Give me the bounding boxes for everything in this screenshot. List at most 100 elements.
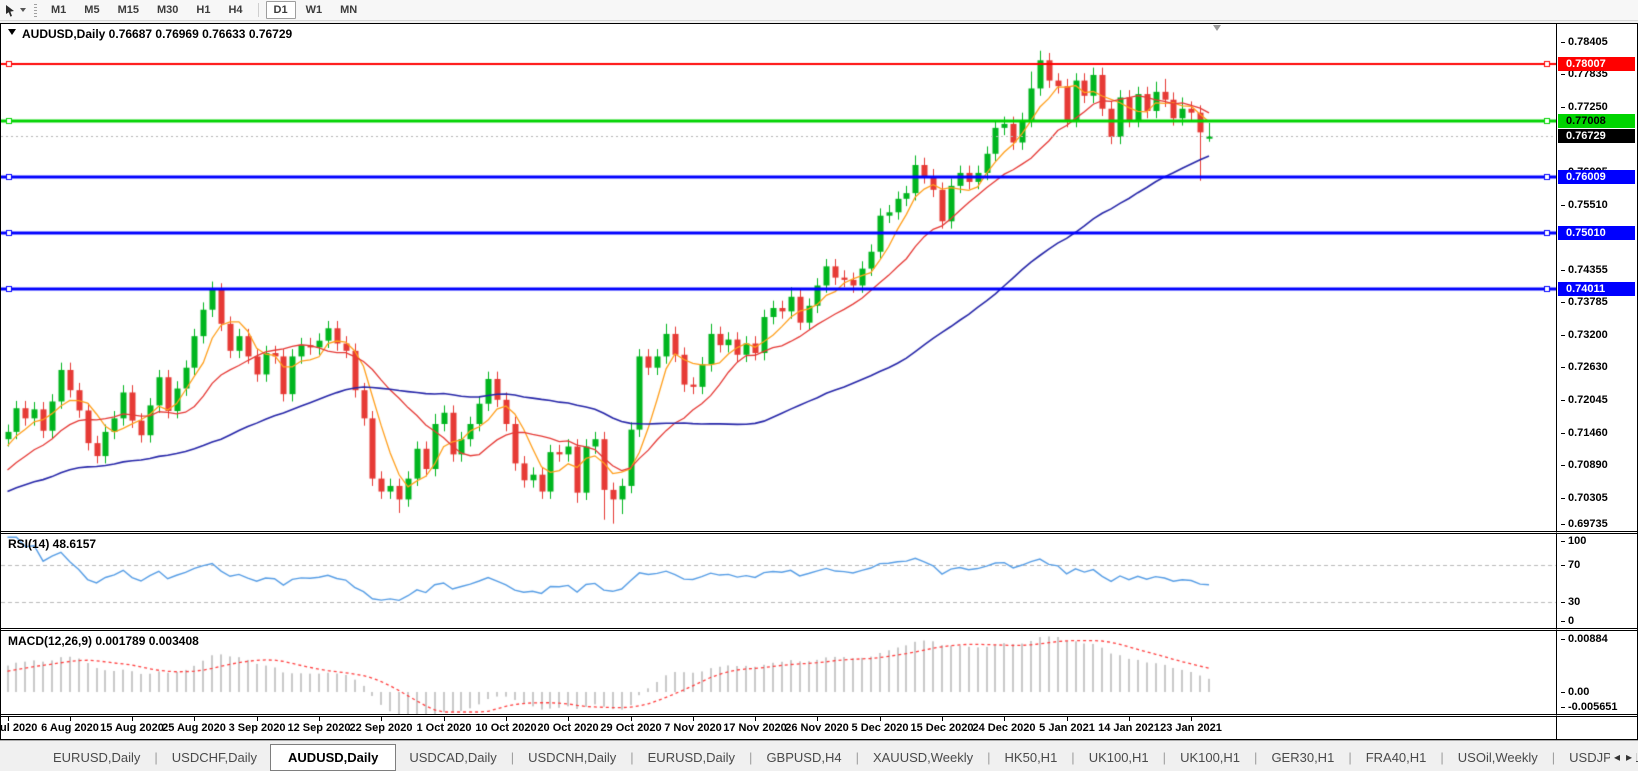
timeframe-button-m1[interactable]: M1 bbox=[43, 1, 74, 19]
date-label: 3 Sep 2020 bbox=[229, 722, 286, 734]
macd-axis-label: 0.00884 bbox=[1561, 633, 1608, 645]
price-tick-label: 0.75510 bbox=[1561, 199, 1608, 211]
date-tick bbox=[1129, 717, 1130, 721]
chart-tab-hk50-h1[interactable]: HK50,H1 bbox=[992, 746, 1071, 769]
chart-tab-ger30-h1[interactable]: GER30,H1 bbox=[1258, 746, 1347, 769]
tab-divider: | bbox=[1440, 750, 1443, 765]
tab-scroll-right-button[interactable]: ▸ bbox=[1626, 750, 1632, 764]
date-tick bbox=[506, 717, 507, 721]
date-tick bbox=[817, 717, 818, 721]
rsi-pane[interactable]: RSI(14) 48.6157 bbox=[1, 534, 1556, 631]
timeframe-button-w1[interactable]: W1 bbox=[298, 1, 331, 19]
chart-tab-bar: EURUSD,Daily|USDCHF,DailyAUDUSD,DailyUSD… bbox=[0, 740, 1638, 771]
tab-scroll-buttons: ◂▸ bbox=[1610, 741, 1636, 771]
date-tick bbox=[1004, 717, 1005, 721]
date-label: 22 Sep 2020 bbox=[350, 722, 413, 734]
chart-tab-xauusd-weekly[interactable]: XAUUSD,Weekly bbox=[860, 746, 986, 769]
price-axis[interactable]: 0.784050.778350.772500.766650.760950.755… bbox=[1556, 24, 1637, 534]
chart-tab-audusd-daily[interactable]: AUDUSD,Daily bbox=[270, 744, 396, 771]
chart-tab-usdcnh-daily[interactable]: USDCNH,Daily bbox=[515, 746, 629, 769]
date-tick bbox=[755, 717, 756, 721]
date-tick bbox=[257, 717, 258, 721]
time-axis-corner bbox=[1556, 717, 1637, 739]
price-tick-label: 0.71460 bbox=[1561, 427, 1608, 439]
chart-tab-fra40-h1[interactable]: FRA40,H1 bbox=[1353, 746, 1440, 769]
macd-axis-label: -0.005651 bbox=[1561, 701, 1618, 713]
tab-divider: | bbox=[1348, 750, 1351, 765]
price-tick-label: 0.72630 bbox=[1561, 361, 1608, 373]
date-label: 6 Aug 2020 bbox=[41, 722, 99, 734]
rsi-canvas[interactable] bbox=[1, 534, 1556, 628]
timeframe-button-d1[interactable]: D1 bbox=[266, 1, 296, 19]
chart-shift-marker[interactable] bbox=[1213, 25, 1221, 31]
chart-pointer-icon[interactable] bbox=[5, 4, 16, 17]
tab-divider: | bbox=[856, 750, 859, 765]
price-level-badge: 0.74011 bbox=[1558, 282, 1635, 296]
date-label: 17 Nov 2020 bbox=[723, 722, 787, 734]
tab-divider: | bbox=[154, 750, 157, 765]
chart-tab-eurusd-daily[interactable]: EURUSD,Daily bbox=[40, 746, 153, 769]
macd-pane[interactable]: MACD(12,26,9) 0.001789 0.003408 bbox=[1, 631, 1556, 717]
rsi-label: RSI(14) 48.6157 bbox=[8, 537, 96, 551]
price-tick-label: 0.73200 bbox=[1561, 329, 1608, 341]
tab-divider: | bbox=[1071, 750, 1074, 765]
macd-axis[interactable]: 0.008840.00-0.005651 bbox=[1556, 631, 1637, 717]
dropdown-caret-icon[interactable] bbox=[20, 8, 26, 15]
date-label: 28 Jul 2020 bbox=[1, 722, 37, 734]
main-chart-pane[interactable]: AUDUSD,Daily 0.76687 0.76969 0.76633 0.7… bbox=[1, 24, 1556, 534]
date-label: 7 Nov 2020 bbox=[664, 722, 721, 734]
date-tick bbox=[70, 717, 71, 721]
timeframe-button-mn[interactable]: MN bbox=[332, 1, 365, 19]
chart-window: AUDUSD,Daily 0.76687 0.76969 0.76633 0.7… bbox=[0, 23, 1638, 740]
price-chart-canvas[interactable] bbox=[1, 24, 1556, 531]
date-tick bbox=[381, 717, 382, 721]
rsi-axis[interactable]: 10070300 bbox=[1556, 534, 1637, 631]
chart-tab-uk100-h1[interactable]: UK100,H1 bbox=[1076, 746, 1162, 769]
tab-divider: | bbox=[1254, 750, 1257, 765]
date-label: 24 Dec 2020 bbox=[973, 722, 1036, 734]
timeframe-button-m15[interactable]: M15 bbox=[110, 1, 147, 19]
date-tick bbox=[132, 717, 133, 721]
chart-tab-uk100-h1[interactable]: UK100,H1 bbox=[1167, 746, 1253, 769]
date-label: 15 Dec 2020 bbox=[911, 722, 974, 734]
date-tick bbox=[1191, 717, 1192, 721]
timeframe-button-m5[interactable]: M5 bbox=[76, 1, 107, 19]
chart-title: AUDUSD,Daily 0.76687 0.76969 0.76633 0.7… bbox=[8, 27, 292, 41]
chart-tab-usoil-weekly[interactable]: USOil,Weekly bbox=[1445, 746, 1551, 769]
rsi-level-label: 30 bbox=[1561, 596, 1580, 608]
macd-canvas[interactable] bbox=[1, 631, 1556, 714]
timeframe-button-h4[interactable]: H4 bbox=[220, 1, 250, 19]
price-tick-label: 0.70890 bbox=[1561, 459, 1608, 471]
tab-scroll-left-button[interactable]: ◂ bbox=[1614, 750, 1620, 764]
date-label: 23 Jan 2021 bbox=[1160, 722, 1222, 734]
tab-divider: | bbox=[630, 750, 633, 765]
price-tick-label: 0.72045 bbox=[1561, 394, 1608, 406]
date-tick bbox=[631, 717, 632, 721]
tab-divider: | bbox=[749, 750, 752, 765]
toolbar-grip-handle[interactable] bbox=[34, 4, 37, 17]
timeframe-button-group: M1M5M15M30H1H4 D1W1MN bbox=[42, 1, 366, 19]
rsi-level-label: 100 bbox=[1561, 535, 1586, 547]
price-tick-label: 0.74355 bbox=[1561, 264, 1608, 276]
date-label: 14 Jan 2021 bbox=[1098, 722, 1160, 734]
toolbar-separator bbox=[258, 3, 259, 17]
price-level-badge: 0.77008 bbox=[1558, 114, 1635, 128]
chart-tab-eurusd-daily[interactable]: EURUSD,Daily bbox=[635, 746, 748, 769]
chart-tab-usdchf-daily[interactable]: USDCHF,Daily bbox=[159, 746, 270, 769]
date-label: 26 Nov 2020 bbox=[785, 722, 849, 734]
date-tick bbox=[568, 717, 569, 721]
chart-title-text: AUDUSD,Daily 0.76687 0.76969 0.76633 0.7… bbox=[22, 27, 292, 41]
chart-tab-usdcad-daily[interactable]: USDCAD,Daily bbox=[396, 746, 509, 769]
price-level-badge: 0.78007 bbox=[1558, 57, 1635, 71]
chart-tab-gbpusd-h4[interactable]: GBPUSD,H4 bbox=[753, 746, 854, 769]
price-tick-label: 0.70305 bbox=[1561, 492, 1608, 504]
chart-title-caret-icon[interactable] bbox=[8, 29, 16, 39]
timeframe-button-m30[interactable]: M30 bbox=[149, 1, 186, 19]
date-tick bbox=[880, 717, 881, 721]
timeframe-button-h1[interactable]: H1 bbox=[188, 1, 218, 19]
time-axis[interactable]: 28 Jul 20206 Aug 202015 Aug 202025 Aug 2… bbox=[1, 717, 1556, 739]
macd-label: MACD(12,26,9) 0.001789 0.003408 bbox=[8, 634, 199, 648]
date-tick bbox=[693, 717, 694, 721]
tab-divider: | bbox=[511, 750, 514, 765]
price-level-badge: 0.75010 bbox=[1558, 226, 1635, 240]
